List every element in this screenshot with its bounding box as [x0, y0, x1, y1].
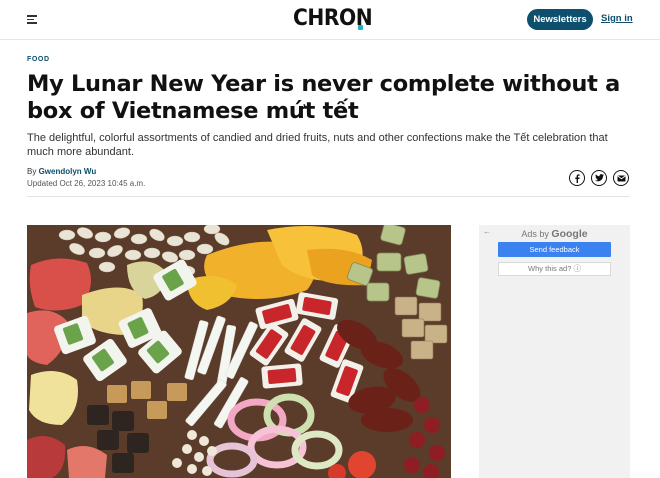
newsletters-button[interactable]: Newsletters [527, 9, 593, 30]
ads-by-google-label: Ads by Google [479, 228, 630, 240]
ad-panel: ← Ads by Google Send feedback Why this a… [479, 225, 630, 478]
updated-timestamp: Updated Oct 26, 2023 10:45 a.m. [27, 179, 146, 188]
google-logo: Google [551, 228, 588, 240]
article-dek: The delightful, colorful assortments of … [27, 132, 608, 158]
hero-image-candied-fruits [27, 225, 451, 478]
facebook-share-button[interactable] [569, 170, 585, 186]
hamburger-menu-icon[interactable] [27, 15, 37, 24]
byline-prefix: By [27, 167, 37, 176]
send-feedback-button[interactable]: Send feedback [498, 242, 611, 257]
sign-in-link[interactable]: Sign in [601, 13, 633, 24]
section-label[interactable]: FOOD [27, 56, 50, 63]
ads-by-text: Ads by [521, 229, 549, 239]
byline: By Gwendolyn Wu [27, 167, 96, 176]
why-this-ad-button[interactable]: Why this ad? ⓘ [498, 262, 611, 276]
author-link[interactable]: Gwendolyn Wu [39, 167, 97, 176]
twitter-icon [594, 174, 604, 182]
logo-dot [358, 25, 363, 30]
email-icon [617, 175, 625, 181]
header-divider [27, 196, 630, 197]
email-share-button[interactable] [613, 170, 629, 186]
article-headline: My Lunar New Year is never complete with… [27, 71, 620, 124]
twitter-share-button[interactable] [591, 170, 607, 186]
facebook-icon [575, 173, 580, 183]
site-header: CHRON Newsletters Sign in [0, 0, 660, 40]
